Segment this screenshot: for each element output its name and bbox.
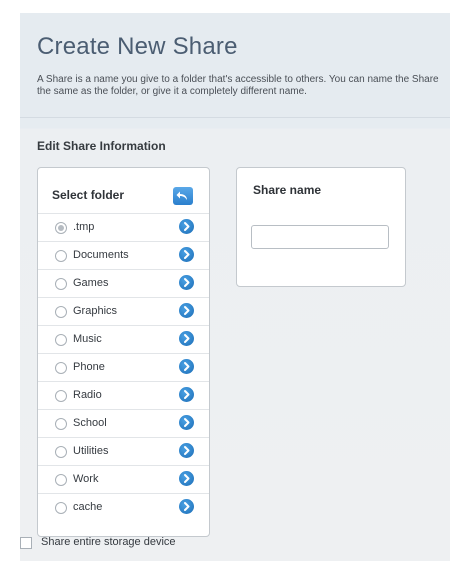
folder-radio[interactable] [55,390,67,402]
page-title: Create New Share [37,33,238,60]
chevron-right-icon[interactable] [179,331,194,346]
select-folder-label: Select folder [52,188,125,202]
folder-radio[interactable] [55,446,67,458]
create-share-panel: Create New Share A Share is a name you g… [20,13,450,561]
folder-label: Radio [73,389,102,401]
chevron-right-icon[interactable] [179,387,194,402]
folder-row[interactable]: Documents [38,241,209,269]
folder-selector: Select folder .tmp Documents Games Graphics… [37,167,210,537]
chevron-right-icon[interactable] [179,415,194,430]
folder-radio[interactable] [55,502,67,514]
folder-radio[interactable] [55,306,67,318]
page-description: A Share is a name you give to a folder t… [37,74,439,97]
back-button[interactable] [173,187,193,205]
folder-radio[interactable] [55,334,67,346]
chevron-right-icon[interactable] [179,275,194,290]
chevron-right-icon[interactable] [179,359,194,374]
folder-row[interactable]: .tmp [38,213,209,241]
folder-label: Work [73,473,99,485]
folder-label: Documents [73,249,129,261]
folder-label: Music [73,333,102,345]
folder-row[interactable]: Work [38,465,209,493]
folder-radio[interactable] [55,222,67,234]
chevron-right-icon[interactable] [179,303,194,318]
share-name-label: Share name [253,183,322,197]
folder-row[interactable]: Phone [38,353,209,381]
chevron-right-icon[interactable] [179,219,194,234]
folder-label: Games [73,277,109,289]
share-entire-device-label: Share entire storage device [41,536,176,548]
folder-row[interactable]: School [38,409,209,437]
folder-selector-header: Select folder [38,168,209,213]
section-title: Edit Share Information [37,139,166,153]
folder-row[interactable]: Radio [38,381,209,409]
folder-radio[interactable] [55,474,67,486]
folder-label: School [73,417,107,429]
folder-list: .tmp Documents Games Graphics Music Phone Radi… [38,213,209,521]
folder-row[interactable]: Graphics [38,297,209,325]
folder-label: cache [73,501,103,513]
share-entire-device-checkbox[interactable] [20,537,32,549]
chevron-right-icon[interactable] [179,247,194,262]
folder-radio[interactable] [55,362,67,374]
folder-radio[interactable] [55,250,67,262]
folder-row[interactable]: cache [38,493,209,521]
header: Create New Share A Share is a name you g… [20,13,450,118]
chevron-right-icon[interactable] [179,499,194,514]
folder-row[interactable]: Music [38,325,209,353]
chevron-right-icon[interactable] [179,443,194,458]
share-name-input[interactable] [251,225,389,249]
folder-row[interactable]: Utilities [38,437,209,465]
chevron-right-icon[interactable] [179,471,194,486]
folder-radio[interactable] [55,418,67,430]
share-name-panel: Share name [236,167,406,287]
folder-label: .tmp [73,221,95,233]
folder-radio[interactable] [55,278,67,290]
folder-label: Graphics [73,305,118,317]
folder-row[interactable]: Games [38,269,209,297]
back-arrow-icon [176,191,187,200]
folder-label: Phone [73,361,105,373]
folder-label: Utilities [73,445,109,457]
